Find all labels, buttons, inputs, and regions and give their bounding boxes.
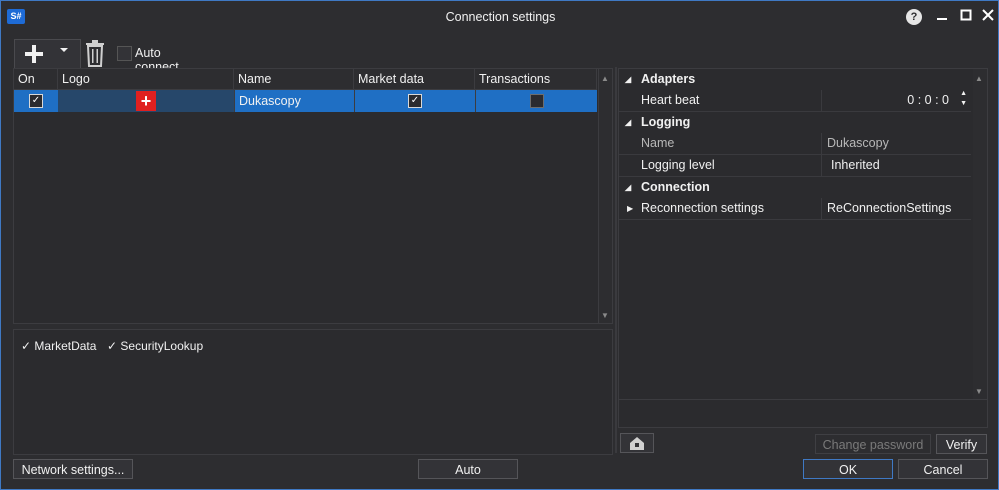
table-row[interactable]: ✓ + Dukascopy ✓ [14,90,597,112]
category-logging[interactable]: ◢ Logging [619,112,971,133]
on-checkbox[interactable]: ✓ [29,94,43,108]
category-label: Logging [641,115,691,129]
column-header-transactions[interactable]: Transactions [475,69,597,89]
message-label: MarketData [34,339,97,353]
cancel-button[interactable]: Cancel [898,459,988,479]
scroll-up-icon[interactable]: ▲ [975,74,983,83]
column-header-on[interactable]: On [14,69,58,89]
close-icon [982,9,994,21]
check-icon: ✓ [21,339,32,353]
connection-settings-window: S# Connection settings ? Auto connect On… [0,0,999,490]
verify-button[interactable]: Verify [936,434,987,454]
column-header-market-data[interactable]: Market data [354,69,475,89]
ok-button[interactable]: OK [803,459,893,479]
delete-connection-button[interactable] [84,39,106,68]
cell-transactions [475,90,597,112]
market-data-checkbox[interactable]: ✓ [408,94,422,108]
property-name: Name [641,136,675,150]
scroll-down-icon[interactable]: ▼ [975,387,983,396]
grid-header: On Logo Name Market data Transactions [14,69,597,90]
scroll-down-icon[interactable]: ▼ [601,311,609,320]
property-grid: ◢ Adapters Heart beat 0 : 0 : 0 ▲ ▼ ◢ Log… [618,68,988,400]
home-settings-button[interactable] [620,433,654,453]
minimize-icon [937,18,947,20]
category-connection[interactable]: ◢ Connection [619,177,971,198]
maximize-icon [960,9,972,21]
connections-grid: On Logo Name Market data Transactions ✓ … [13,68,613,324]
message-label: SecurityLookup [120,339,204,353]
property-scrollbar[interactable]: ▲ ▼ [973,69,987,399]
trash-icon [86,40,104,67]
splitter[interactable] [615,67,617,453]
property-name: Reconnection settings [641,201,764,215]
supported-messages-panel: ✓ MarketData ✓ SecurityLookup [13,329,613,455]
cell-logo: + [58,90,234,112]
property-row-name: Name Dukascopy [619,133,971,155]
property-name: Heart beat [641,93,700,107]
close-button[interactable] [978,8,998,26]
category-label: Adapters [641,72,696,86]
category-label: Connection [641,180,710,194]
title-bar[interactable]: S# Connection settings ? [1,1,998,33]
property-description-panel [618,399,988,428]
collapse-icon[interactable]: ◢ [625,177,631,198]
change-password-button[interactable]: Change password [815,434,931,454]
window-title: Connection settings [445,10,556,24]
expand-icon[interactable]: ▶ [627,198,633,219]
grid-scrollbar[interactable]: ▲ ▼ [598,69,612,323]
minimize-button[interactable] [932,8,952,26]
column-header-name[interactable]: Name [234,69,354,89]
category-adapters[interactable]: ◢ Adapters [619,69,971,90]
caret-down-icon[interactable] [59,45,69,58]
heart-beat-value: 0 : 0 : 0 [907,93,949,107]
property-value: Dukascopy [821,133,971,154]
auto-button[interactable]: Auto [418,459,518,479]
help-icon[interactable]: ? [906,9,922,25]
transactions-checkbox[interactable] [530,94,544,108]
scroll-up-icon[interactable]: ▲ [601,74,609,83]
swiss-flag-icon: + [136,91,156,111]
collapse-icon[interactable]: ◢ [625,69,631,90]
column-header-logo[interactable]: Logo [58,69,234,89]
property-row-heart-beat[interactable]: Heart beat 0 : 0 : 0 ▲ ▼ [619,90,971,112]
heart-beat-input[interactable]: 0 : 0 : 0 ▲ ▼ [821,90,971,111]
home-icon [630,437,644,450]
message-checkbox-securitylookup[interactable]: ✓ SecurityLookup [107,339,203,353]
add-connection-button[interactable] [14,39,81,70]
plus-icon [23,42,45,70]
cell-market-data: ✓ [354,90,475,112]
property-value: ReConnectionSettings [821,198,971,219]
network-settings-button[interactable]: Network settings... [13,459,133,479]
spin-icon[interactable]: ▲ ▼ [960,89,967,109]
collapse-icon[interactable]: ◢ [625,112,631,133]
cell-on: ✓ [14,90,58,112]
property-row-reconnection-settings[interactable]: ▶ Reconnection settings ReConnectionSett… [619,198,971,220]
property-name: Logging level [641,158,715,172]
check-icon: ✓ [107,339,118,353]
maximize-button[interactable] [956,8,976,26]
property-row-logging-level[interactable]: Logging level Inherited [619,155,971,177]
logging-level-select[interactable]: Inherited [821,155,971,176]
auto-connect-checkbox[interactable] [117,46,132,61]
cell-name: Dukascopy [234,90,354,112]
message-checkbox-marketdata[interactable]: ✓ MarketData [21,339,96,353]
